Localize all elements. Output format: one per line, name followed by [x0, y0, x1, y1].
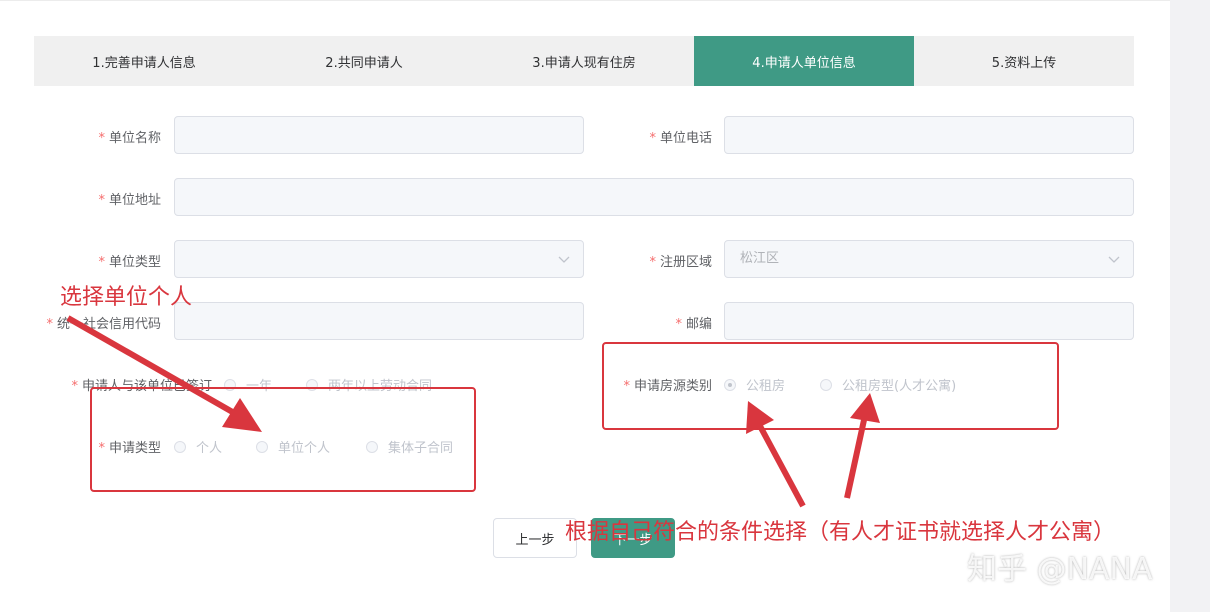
postcode-label: * 邮编: [675, 317, 712, 332]
annotation-box-housing-type: [602, 342, 1059, 430]
step-4-active[interactable]: 4.申请人单位信息: [694, 36, 914, 86]
register-area-value: 松江区: [740, 251, 780, 266]
annotation-select-unit-personal: 选择单位个人: [60, 285, 193, 310]
watermark: 知乎 @NANA: [967, 552, 1153, 587]
register-area-select[interactable]: 松江区: [724, 240, 1134, 278]
chevron-down-icon: [558, 256, 570, 263]
unit-type-select[interactable]: [174, 240, 584, 278]
postcode-input[interactable]: [724, 302, 1134, 340]
unit-phone-label: * 单位电话: [649, 131, 712, 146]
annotation-box-apply-type: [90, 387, 476, 492]
unit-phone-input[interactable]: [724, 116, 1134, 154]
step-tabs: 1.完善申请人信息 2.共同申请人 3.申请人现有住房 4.申请人单位信息 5.…: [34, 36, 1134, 86]
credit-code-input[interactable]: [174, 302, 584, 340]
annotation-choose-by-condition: 根据自己符合的条件选择（有人才证书就选择人才公寓）: [565, 520, 1116, 545]
register-area-label: * 注册区域: [649, 255, 712, 270]
credit-code-label: * 统一社会信用代码: [46, 317, 161, 332]
top-divider: [0, 0, 1170, 1]
scrollbar-track[interactable]: [1170, 0, 1210, 612]
step-5[interactable]: 5.资料上传: [914, 36, 1134, 86]
unit-name-label: * 单位名称: [98, 131, 161, 146]
step-3[interactable]: 3.申请人现有住房: [474, 36, 694, 86]
unit-type-label: * 单位类型: [98, 255, 161, 270]
unit-address-input[interactable]: [174, 178, 1134, 216]
step-2[interactable]: 2.共同申请人: [254, 36, 474, 86]
step-1[interactable]: 1.完善申请人信息: [34, 36, 254, 86]
unit-address-label: * 单位地址: [98, 193, 161, 208]
chevron-down-icon: [1108, 256, 1120, 263]
unit-name-input[interactable]: [174, 116, 584, 154]
